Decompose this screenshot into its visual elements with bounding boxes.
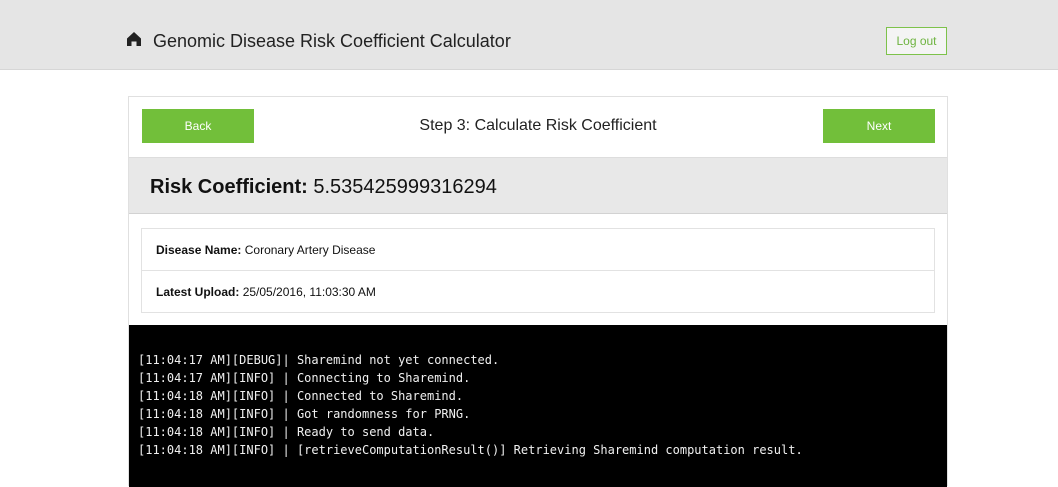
latest-upload-row: Latest Upload: 25/05/2016, 11:03:30 AM	[142, 271, 934, 313]
latest-upload-label: Latest Upload:	[156, 285, 240, 299]
disease-name-row: Disease Name: Coronary Artery Disease	[142, 229, 934, 271]
risk-coefficient-bar: Risk Coefficient: 5.535425999316294	[129, 157, 947, 214]
home-icon[interactable]	[126, 31, 142, 47]
next-button[interactable]: Next	[823, 109, 935, 143]
log-line: [11:04:18 AM][INFO] | [retrieveComputati…	[138, 443, 803, 457]
disease-name-value: Coronary Artery Disease	[244, 243, 376, 257]
log-line: [11:04:18 AM][INFO] | Got randomness for…	[138, 407, 471, 421]
log-line: [11:04:17 AM][INFO] | Connecting to Shar…	[138, 371, 471, 385]
latest-upload-value: 25/05/2016, 11:03:30 AM	[242, 285, 376, 299]
navbar: Genomic Disease Risk Coefficient Calcula…	[0, 0, 1058, 70]
log-line: [11:04:17 AM][DEBUG]| Sharemind not yet …	[138, 353, 500, 367]
logout-button[interactable]: Log out	[886, 27, 947, 55]
disease-name-label: Disease Name:	[156, 243, 242, 257]
step-panel: Back Step 3: Calculate Risk Coefficient …	[128, 96, 948, 487]
log-console[interactable]: [11:04:17 AM][DEBUG]| Sharemind not yet …	[129, 325, 947, 487]
info-table: Disease Name: Coronary Artery Disease La…	[141, 228, 935, 313]
app-title[interactable]: Genomic Disease Risk Coefficient Calcula…	[153, 31, 511, 51]
risk-coefficient-value: 5.535425999316294	[313, 176, 497, 198]
risk-coefficient: Risk Coefficient: 5.535425999316294	[150, 176, 497, 198]
risk-coefficient-label: Risk Coefficient:	[150, 176, 308, 198]
log-line: [11:04:18 AM][INFO] | Connected to Share…	[138, 389, 464, 403]
log-line: [11:04:18 AM][INFO] | Ready to send data…	[138, 425, 435, 439]
